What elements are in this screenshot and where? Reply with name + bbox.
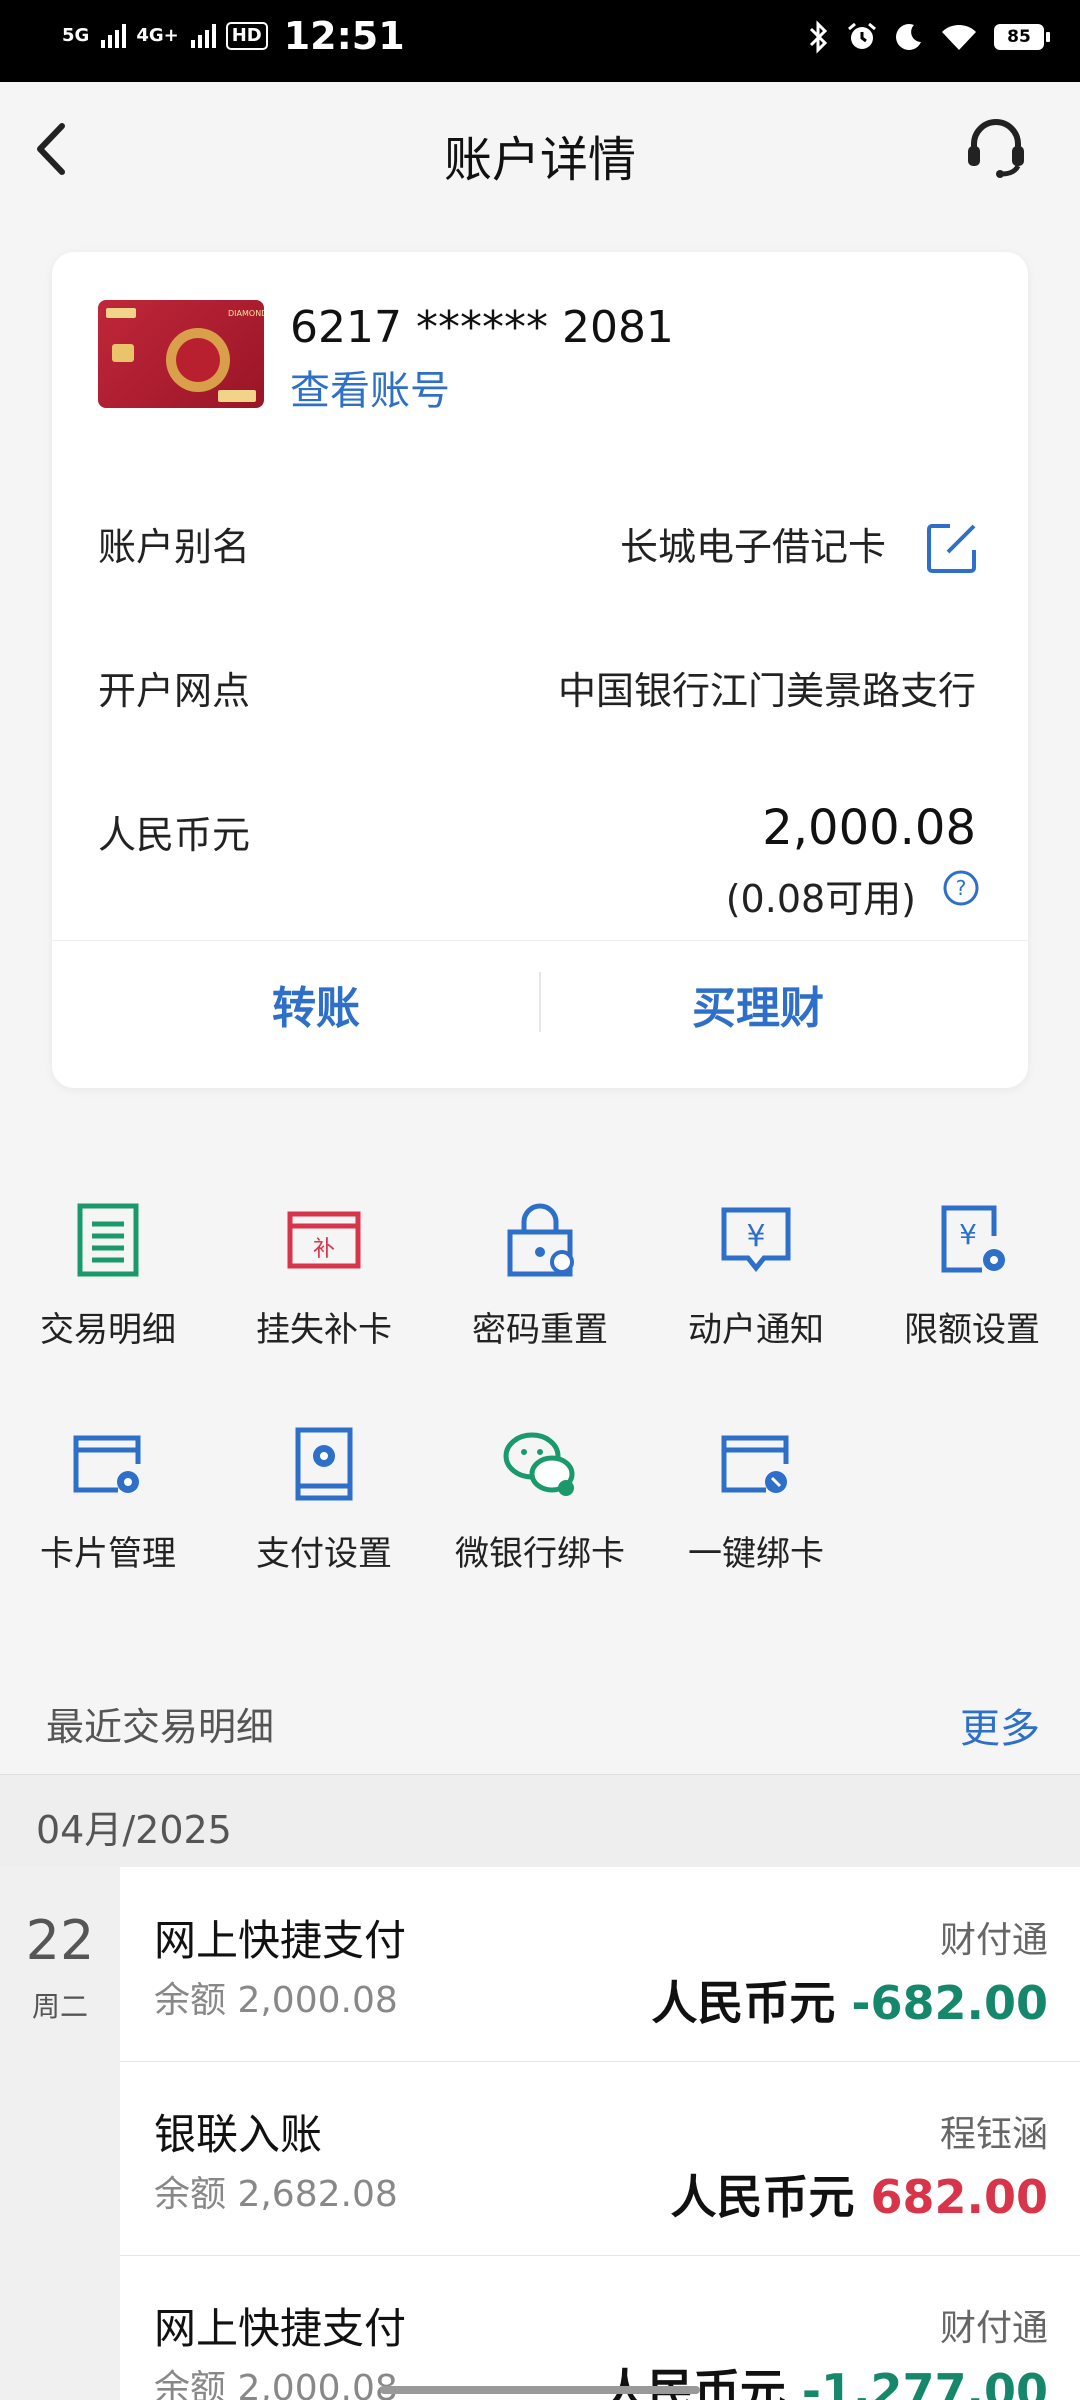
card-number: 6217 ****** 2081 [290,302,674,353]
buy-wealth-button[interactable]: 买理财 [692,972,824,1036]
signal-icon-2 [190,24,216,48]
status-right: 85 [808,20,1050,54]
quick-label: 限额设置 [904,1310,1040,1350]
more-link[interactable]: 更多 [960,1696,1040,1754]
alarm-icon [848,22,876,49]
date-column: 22 周二 [0,1867,120,2400]
alias-value: 长城电子借记卡 [619,525,886,569]
quick-label: 支付设置 [256,1534,392,1574]
svg-text:¥: ¥ [746,1219,765,1254]
edit-icon[interactable] [924,520,980,576]
quick-bind-icon [721,1435,789,1493]
quick-label: 卡片管理 [40,1534,176,1574]
report-loss-icon: 补 [287,1211,361,1269]
hd-voice-icon: HD [225,22,268,50]
svg-text:?: ? [956,876,967,900]
transaction-name: 网上快捷支付 [154,2304,407,2353]
transaction-amount: 人民币元 682.00 [670,2161,1048,2227]
transaction-currency: 人民币元 [670,2170,855,2224]
branch-label: 开户网点 [98,669,251,713]
quick-card-management[interactable]: 卡片管理 [0,1424,216,1575]
quick-label: 动户通知 [688,1310,824,1350]
network-5g: 5G [62,25,90,46]
status-left: 5G 4G+ HD 12:51 [62,14,405,58]
action-separator [539,972,541,1032]
network-4g: 4G+ [136,25,179,46]
clock: 12:51 [283,14,405,58]
wechat-bind-icon [503,1432,575,1496]
transfer-button[interactable]: 转账 [272,972,360,1036]
transaction-row[interactable]: 银联入账 余额 2,682.08 程钰涵 人民币元 682.00 [120,2061,1080,2256]
transaction-balance: 余额 2,000.08 [154,1980,398,2021]
page-title: 账户详情 [443,132,636,188]
transaction-currency: 人民币元 [651,1976,836,2030]
help-icon[interactable]: ? [942,869,980,907]
month-label: 04月/2025 [36,1808,232,1852]
alias-label: 账户别名 [98,525,251,569]
quick-one-click-bind[interactable]: 一键绑卡 [648,1424,864,1575]
quick-wechat-bind[interactable]: 微银行绑卡 [432,1424,648,1575]
payment-settings-icon [295,1427,353,1501]
amount-value: 682.00 [870,2170,1048,2224]
account-notice-icon: ¥ [721,1207,791,1273]
transaction-party: 财付通 [939,2308,1048,2349]
moon-icon [896,24,921,50]
transaction-party: 程钰涵 [939,2114,1048,2155]
transaction-amount: 人民币元 -682.00 [651,1967,1048,2033]
home-indicator[interactable] [380,2386,700,2394]
wifi-icon [942,24,976,50]
customer-service-icon[interactable] [962,112,1030,180]
weekday-label: 周二 [31,1990,88,2023]
amount-value: -1,277.00 [801,2364,1048,2400]
branch-value: 中国银行江门美景路支行 [557,669,976,713]
currency-label: 人民币元 [98,813,251,857]
quick-label: 挂失补卡 [256,1310,392,1350]
quick-label: 微银行绑卡 [455,1534,625,1574]
day-number: 22 [25,1909,95,1972]
quick-report-loss[interactable]: 补 挂失补卡 [216,1200,432,1351]
limit-settings-icon: ¥ [941,1205,1005,1273]
svg-text:补: 补 [313,1237,335,1262]
transaction-name: 网上快捷支付 [154,1916,407,1965]
card-brand-text: DIAMOND [228,309,264,318]
quick-label: 密码重置 [472,1310,608,1350]
quick-limit-settings[interactable]: ¥ 限额设置 [864,1200,1080,1351]
transaction-row[interactable]: 网上快捷支付 余额 2,000.08 财付通 人民币元 -682.00 [120,1867,1080,2062]
quick-payment-settings[interactable]: 支付设置 [216,1424,432,1575]
balance-amount: 2,000.08 [762,800,976,856]
bluetooth-icon [809,20,828,54]
recent-transactions-title: 最近交易明细 [46,1705,275,1749]
transaction-row[interactable]: 网上快捷支付 余额 2,000.08 财付通 人民币元 -1,277.00 [120,2255,1080,2400]
transaction-balance: 余额 2,682.08 [154,2174,398,2215]
card-management-icon [73,1435,141,1493]
battery-icon: 85 [994,24,1050,50]
transaction-name: 银联入账 [154,2110,323,2159]
transaction-list-icon [77,1203,139,1277]
account-card: DIAMOND 6217 ****** 2081 查看账号 账户别名 长城电子借… [52,252,1028,1088]
quick-label: 交易明细 [40,1310,176,1350]
quick-account-notice[interactable]: ¥ 动户通知 [648,1200,864,1351]
quick-transaction-details[interactable]: 交易明细 [0,1200,216,1351]
view-account-link[interactable]: 查看账号 [290,358,450,416]
card-divider [52,940,1028,941]
month-header: 04月/2025 [0,1774,1080,1868]
signal-icon [101,24,127,48]
status-bar: 5G 4G+ HD 12:51 85 [0,0,1080,82]
quick-password-reset[interactable]: 密码重置 [432,1200,648,1351]
transaction-balance: 余额 2,000.08 [154,2368,398,2400]
amount-value: -682.00 [851,1976,1048,2030]
transaction-party: 财付通 [939,1920,1048,1961]
app-header: 账户详情 [0,82,1080,222]
transaction-list: 网上快捷支付 余额 2,000.08 财付通 人民币元 -682.00 银联入账… [120,1867,1080,2400]
svg-text:¥: ¥ [959,1218,977,1251]
card-art: DIAMOND [106,308,264,402]
available-amount: (0.08可用) [725,877,916,921]
quick-label: 一键绑卡 [688,1534,824,1574]
bank-card-image: DIAMOND [98,300,264,408]
password-reset-icon [507,1203,574,1277]
transaction-currency: 人民币元 [601,2364,786,2400]
